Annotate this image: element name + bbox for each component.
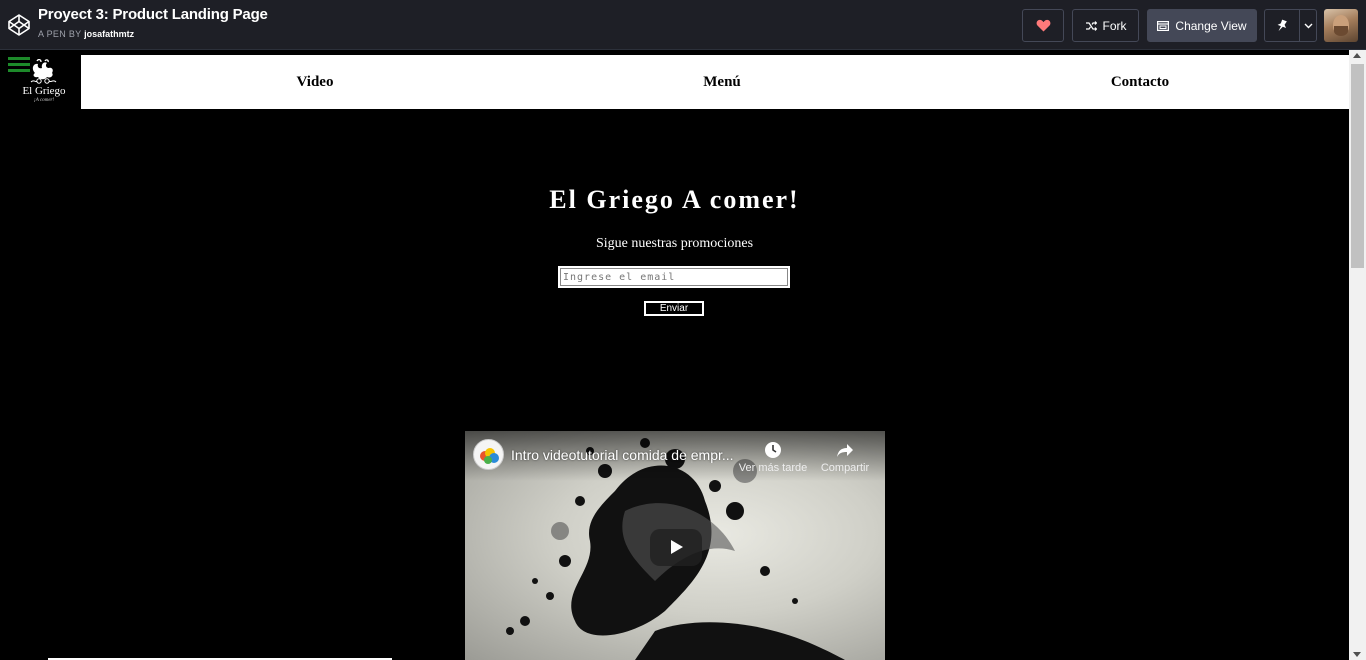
- avatar-beard: [1334, 26, 1348, 36]
- play-button-icon[interactable]: [650, 529, 702, 566]
- share-icon: [837, 444, 853, 457]
- chevron-down-icon: [1304, 23, 1312, 28]
- channel-avatar-icon[interactable]: [473, 439, 504, 470]
- hero-subtitle: Sigue nuestras promociones: [595, 236, 754, 251]
- codepen-logo-icon[interactable]: [7, 13, 31, 37]
- pin-icon: [1277, 19, 1287, 31]
- codepen-header: Proyect 3: Product Landing Page A PEN BY…: [0, 0, 1366, 50]
- user-avatar[interactable]: [1324, 9, 1358, 42]
- author-link[interactable]: josafathmtz: [84, 29, 134, 39]
- fork-icon: [1085, 20, 1097, 31]
- submit-button[interactable]: Enviar: [644, 301, 704, 316]
- scroll-up-arrow-icon[interactable]: [1353, 53, 1361, 58]
- video-title[interactable]: Intro videotutorial comida de empr...: [511, 447, 761, 463]
- hero-title: El Griego A comer!: [549, 185, 800, 214]
- scrollbar-thumb[interactable]: [1351, 64, 1364, 268]
- fork-label: Fork: [1102, 18, 1127, 33]
- share-label: Compartir: [820, 462, 870, 474]
- watch-later-button[interactable]: Ver más tarde: [733, 441, 813, 474]
- nav-link-menu[interactable]: Menú: [667, 55, 777, 109]
- logo-text: El Griego: [22, 85, 66, 97]
- pen-title[interactable]: Proyect 3: Product Landing Page: [38, 6, 268, 23]
- scrollbar[interactable]: [1349, 50, 1366, 660]
- pin-button[interactable]: [1264, 9, 1299, 42]
- fork-button[interactable]: Fork: [1072, 9, 1139, 42]
- nav-link-contact[interactable]: Contacto: [1085, 55, 1195, 109]
- scroll-down-arrow-icon[interactable]: [1353, 652, 1361, 657]
- heart-icon: [1036, 19, 1050, 32]
- site-navbar: El Griego ¡A comer! Video Menú Contacto: [0, 55, 1349, 109]
- logo-subtext: ¡A comer!: [33, 98, 55, 103]
- pen-author: A PEN BY josafathmtz: [38, 29, 134, 39]
- email-input[interactable]: [558, 266, 790, 288]
- author-prefix: A PEN BY: [38, 29, 82, 39]
- change-view-label: Change View: [1175, 18, 1247, 33]
- clock-icon: [765, 442, 781, 458]
- video-embed[interactable]: Intro videotutorial comida de empr... Ve…: [465, 431, 885, 660]
- nav-link-video[interactable]: Video: [260, 55, 370, 109]
- watch-later-label: Ver más tarde: [738, 462, 808, 474]
- change-view-icon: [1157, 20, 1170, 31]
- pin-options-button[interactable]: [1299, 9, 1317, 42]
- heart-button[interactable]: [1022, 9, 1064, 42]
- share-button[interactable]: Compartir: [805, 441, 885, 474]
- griego-logo-icon: [30, 59, 57, 84]
- pen-preview: El Griego ¡A comer! Video Menú Contacto …: [0, 50, 1366, 660]
- change-view-button[interactable]: Change View: [1147, 9, 1257, 42]
- site-logo[interactable]: El Griego ¡A comer!: [0, 55, 81, 109]
